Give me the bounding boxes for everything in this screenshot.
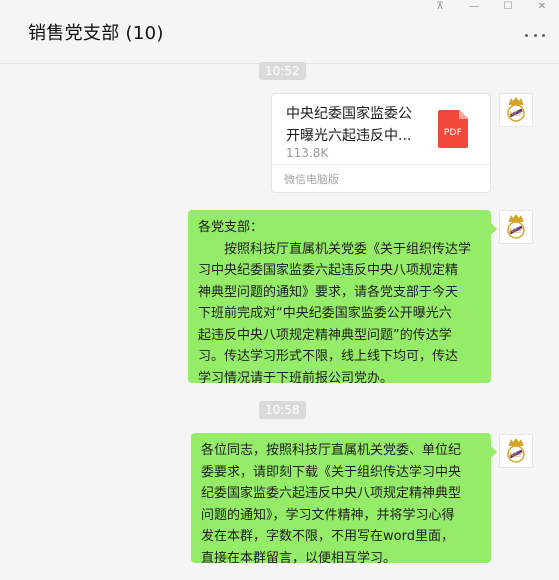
message-line: 按照科技厅直属机关党委《关于组织传达学 [224,241,472,257]
close-icon[interactable]: ✕ [525,0,559,14]
message-line: 习。传达学习形式不限，线上线下均可，传达 [198,349,459,364]
message-timestamp: 10:58 [259,401,306,419]
avatar[interactable]: MCF [499,210,533,244]
dot [525,33,528,37]
svg-text:MCF: MCF [510,111,523,118]
message-line: 纪委国家监委六起违反中央八项规定精神典型 [201,486,462,501]
file-source-footer: 微信电脑版 [272,164,490,192]
message-line: 发在本群，字数不限，不用写在word里面， [201,529,454,544]
minimize-icon[interactable]: — [457,0,491,14]
real-madrid-crest-icon: MCF [507,97,525,122]
dot [533,33,537,37]
chat-title: 销售党支部 (10) [28,23,164,44]
real-madrid-crest-icon: MCF [507,438,525,463]
window-controls: ⊼ — ☐ ✕ [423,0,559,14]
message-line: 委要求，请即刻下载《关于组织传达学习中央 [201,464,462,480]
avatar[interactable]: MCF [499,93,533,127]
pin-icon[interactable]: ⊼ [423,0,457,14]
dot [542,33,545,37]
file-name-line: 开曝光六起违反中... [286,128,412,144]
file-message-card[interactable]: 中央纪委国家监委公 开曝光六起违反中... 113.8K PDF 微信电脑版 [271,93,491,193]
maximize-icon[interactable]: ☐ [491,0,525,14]
message-line: 直接在本群留言，以便相互学习。 [201,550,397,566]
message-line: 学习情况请于下班前报公司党办。 [198,370,394,386]
message-line: 习中央纪委国家监委六起违反中央八项规定精 [198,263,459,278]
file-type-label: PDF [443,128,463,138]
message-bubble[interactable]: 各党支部： 按照科技厅直属机关党委《关于组织传达学 习中央纪委国家监委六起违反中… [188,210,497,386]
svg-text:MCF: MCF [510,228,523,235]
message-line: 各位同志，按照科技厅直属机关党委、单位纪 [201,443,462,458]
message-line: 神典型问题的通知》要求，请各党支部于今天 [198,284,459,300]
message-timestamp: 10:52 [259,62,306,80]
file-name: 中央纪委国家监委公 开曝光六起违反中... [286,103,426,147]
message-line: 各党支部： [198,220,264,235]
real-madrid-crest-icon: MCF [507,214,525,239]
file-name-line: 中央纪委国家监委公 [286,106,412,122]
chat-header: 销售党支部 (10) ⊼ — ☐ ✕ [0,0,559,64]
file-size: 113.8K [286,146,329,160]
message-bubble[interactable]: 各位同志，按照科技厅直属机关党委、单位纪 委要求，请即刻下载《关于组织传达学习中… [191,433,497,566]
file-source: 微信电脑版 [284,173,339,186]
message-line: 问题的通知》，学习文件精神，并将学习心得 [201,507,455,523]
more-dots-icon[interactable] [525,30,545,40]
svg-text:MCF: MCF [510,452,523,459]
message-line: 起违反中央八项规定精神典型问题”的传达学 [198,327,452,343]
avatar[interactable]: MCF [499,434,533,468]
message-line: 下班前完成对“中央纪委国家监委公开曝光六 [198,306,452,321]
